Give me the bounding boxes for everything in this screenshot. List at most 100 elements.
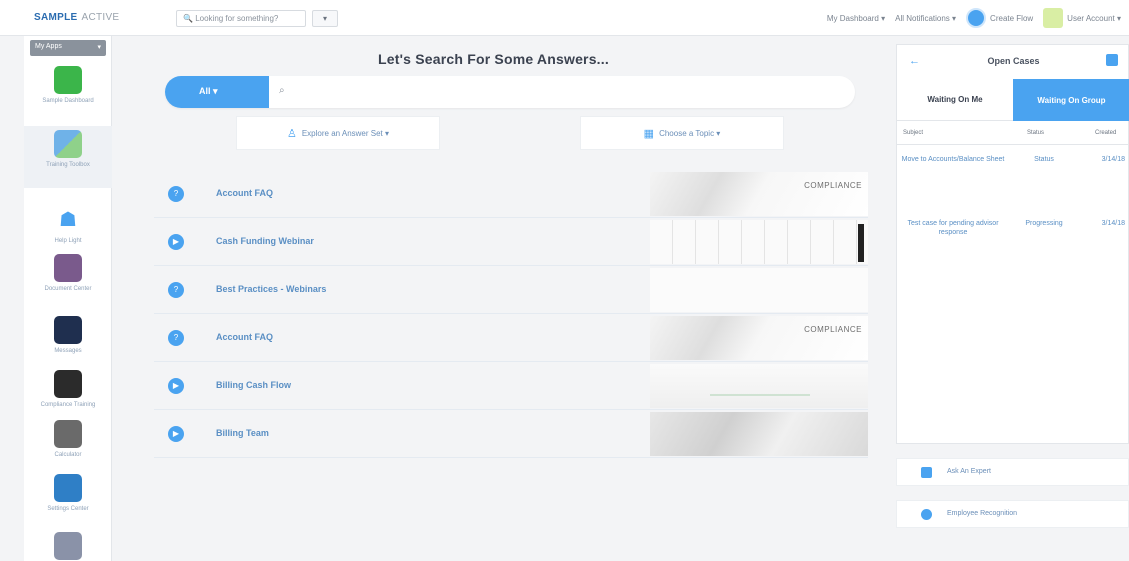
case-created: 3/14/18 [1101, 220, 1125, 227]
list-item[interactable]: ? Account FAQ COMPLIANCE [154, 314, 868, 362]
column-created[interactable]: Created [1095, 130, 1116, 136]
table-row[interactable]: Test case for pending advisor response P… [897, 219, 1129, 255]
list-item[interactable]: ▶ Cash Funding Webinar [154, 218, 868, 266]
list-item[interactable]: ▶ Billing Team [154, 410, 868, 458]
answer-set-filter[interactable]: ♙ Explore an Answer Set ▾ [236, 116, 440, 150]
reports-app-icon [54, 532, 82, 560]
apps-selector[interactable]: My Apps ▾ [30, 40, 106, 56]
rail-item-dashboard[interactable]: Sample Dashboard [24, 66, 112, 105]
search-scope-dropdown[interactable]: All ▾ [165, 76, 269, 108]
answer-set-filter-label: Explore an Answer Set ▾ [301, 128, 390, 138]
result-title[interactable]: Account FAQ [216, 188, 273, 198]
case-status: Status [1034, 156, 1054, 163]
app-logo[interactable]: SAMPLE ACTIVE [34, 12, 119, 23]
answer-search-bar[interactable]: All ▾ ⌕ [165, 76, 855, 108]
create-flow-label: Create Flow [990, 13, 1034, 23]
grid-icon[interactable] [1106, 54, 1118, 66]
case-created: 3/14/18 [1101, 156, 1125, 163]
thumbnail-line [710, 394, 810, 396]
ask-expert-link[interactable]: Ask An Expert [896, 458, 1129, 486]
rail-item-reports[interactable] [24, 532, 112, 560]
play-icon: ▶ [168, 378, 184, 394]
thumbnail-caption: COMPLIANCE [804, 181, 862, 190]
compliance-app-icon [54, 370, 82, 398]
open-cases-panel: ← Open Cases Waiting On Me Waiting On Gr… [896, 44, 1129, 444]
messages-app-icon [54, 316, 82, 344]
results-list: ? Account FAQ COMPLIANCE ▶ Cash Funding … [154, 170, 868, 458]
result-thumbnail [650, 268, 868, 312]
play-icon: ▶ [168, 426, 184, 442]
rail-item-label: Sample Dashboard [42, 98, 94, 104]
global-search-input[interactable]: 🔍 Looking for something? [176, 10, 306, 27]
result-title[interactable]: Account FAQ [216, 332, 273, 342]
rail-item-label: Compliance Training [40, 402, 96, 408]
case-subject[interactable]: Test case for pending advisor response [897, 219, 1009, 237]
tab-waiting-on-group[interactable]: Waiting On Group [1013, 79, 1129, 121]
logo-text: SAMPLE [34, 12, 78, 23]
dashboard-menu-label: My Dashboard ▾ [826, 13, 886, 23]
global-search-button[interactable]: ▾ [312, 10, 338, 27]
play-icon: ▶ [168, 234, 184, 250]
rail-item-compliance[interactable]: Compliance Training [24, 370, 112, 409]
top-right-nav: My Dashboard ▾ All Notifications ▾ Creat… [827, 7, 1121, 29]
employee-recognition-link[interactable]: Employee Recognition [896, 500, 1129, 528]
tab-waiting-on-me[interactable]: Waiting On Me [897, 79, 1013, 121]
list-item[interactable]: ? Account FAQ COMPLIANCE [154, 170, 868, 218]
notifications-menu[interactable]: All Notifications ▾ [895, 14, 956, 23]
result-title[interactable]: Billing Team [216, 428, 269, 438]
rail-item-label: Settings Center [47, 506, 89, 512]
search-icon: ⌕ [279, 85, 285, 96]
rail-item-toolbox[interactable]: Training Toolbox [24, 126, 112, 188]
case-subject[interactable]: Move to Accounts/Balance Sheet [897, 155, 1009, 164]
case-status: Progressing [1025, 220, 1063, 227]
result-title[interactable]: Billing Cash Flow [216, 380, 291, 390]
table-row[interactable]: Move to Accounts/Balance Sheet Status 3/… [897, 155, 1129, 199]
global-search-placeholder: Looking for something? [195, 14, 279, 23]
page-title: Let's Search For Some Answers... [378, 51, 609, 67]
rail-item-label: Calculator [54, 452, 82, 458]
ask-expert-label: Ask An Expert [947, 468, 991, 475]
topic-filter[interactable]: ▦ Choose a Topic ▾ [580, 116, 784, 150]
gift-icon: ▦ [643, 127, 655, 140]
toolbox-app-icon [54, 130, 82, 158]
top-bar: SAMPLE ACTIVE 🔍 Looking for something? ▾ … [0, 0, 1129, 36]
settings-app-icon [54, 474, 82, 502]
result-title[interactable]: Best Practices - Webinars [216, 284, 326, 294]
dashboard-app-icon [54, 66, 82, 94]
rail-item-calculator[interactable]: Calculator [24, 420, 112, 459]
rail-item-settings[interactable]: Settings Center [24, 474, 112, 513]
column-status[interactable]: Status [1027, 130, 1044, 136]
search-icon: 🔍 [183, 14, 196, 23]
calculator-app-icon [54, 420, 82, 448]
result-thumbnail [650, 364, 868, 408]
logo-subtext: ACTIVE [81, 12, 120, 23]
chevron-down-icon: ▾ [97, 44, 101, 51]
grid-icon [921, 467, 932, 478]
user-account-label: User Account ▾ [1067, 13, 1121, 23]
rail-item-messages[interactable]: Messages [24, 316, 112, 355]
notifications-menu-label: All Notifications ▾ [895, 13, 957, 23]
person-icon: ♙ [286, 127, 297, 140]
user-avatar [1043, 8, 1064, 28]
rail-item-documents[interactable]: Document Center [24, 254, 112, 293]
result-title[interactable]: Cash Funding Webinar [216, 236, 314, 246]
info-icon: ? [168, 330, 184, 346]
thumbnail-bar [858, 224, 864, 262]
dashboard-menu[interactable]: My Dashboard ▾ [827, 14, 885, 23]
thumbnail-caption: COMPLIANCE [804, 325, 862, 334]
employee-recognition-label: Employee Recognition [947, 510, 1018, 517]
rail-item-label: Messages [54, 348, 82, 354]
rail-item-help[interactable]: ☗ Help Light [24, 206, 112, 245]
cases-table-header: Subject Status Created [897, 123, 1129, 145]
list-item[interactable]: ? Best Practices - Webinars [154, 266, 868, 314]
flow-avatar-icon [966, 8, 987, 28]
list-item[interactable]: ▶ Billing Cash Flow [154, 362, 868, 410]
rail-item-label: Training Toolbox [46, 162, 90, 168]
info-icon: ? [168, 186, 184, 202]
column-subject[interactable]: Subject [903, 130, 923, 136]
document-app-icon [54, 254, 82, 282]
create-flow-link[interactable]: Create Flow [966, 8, 1033, 28]
panel-title: Open Cases [987, 56, 1040, 66]
result-thumbnail: COMPLIANCE [650, 172, 868, 216]
user-account-menu[interactable]: User Account ▾ [1043, 8, 1121, 28]
